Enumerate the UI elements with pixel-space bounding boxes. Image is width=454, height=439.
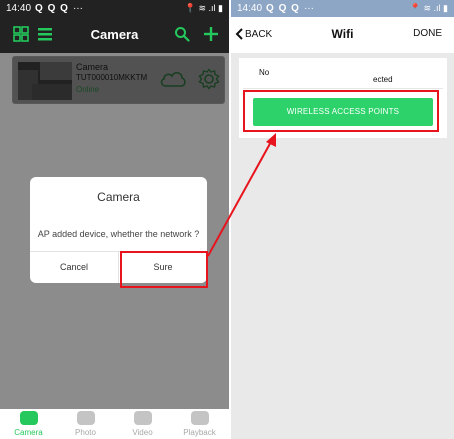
annotation-arrow-icon [207,133,276,257]
